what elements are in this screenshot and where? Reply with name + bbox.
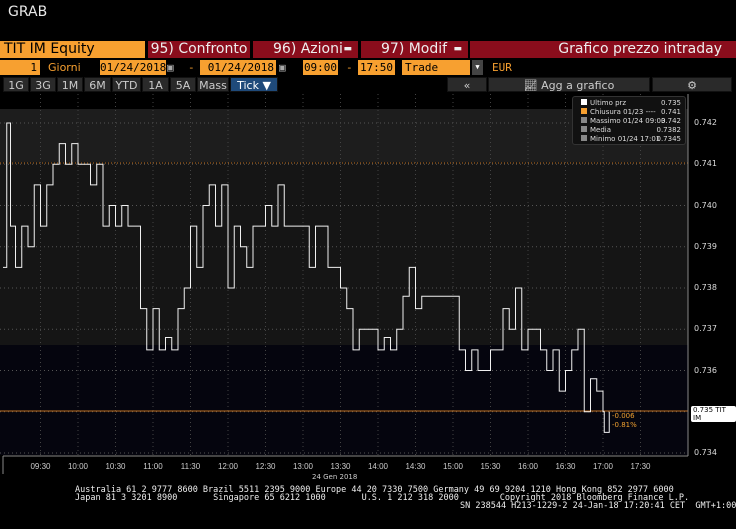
collapse-button[interactable]: « <box>447 77 487 92</box>
x-tick-label: 13:30 <box>330 462 351 471</box>
x-tick-label: 16:30 <box>555 462 576 471</box>
end-date-input[interactable]: 01/24/2018 <box>200 60 276 75</box>
legend-item: Massimo 01/24 09:03 0.742 <box>581 117 685 126</box>
chart-legend: Ultimo prz 0.735 Chiusura 01/23 ---- 0.741 M… <box>572 96 686 145</box>
x-axis-date: 24 Gen 2018 <box>312 473 358 481</box>
legend-label: Media <box>590 126 612 134</box>
range-1g[interactable]: 1G <box>3 77 29 92</box>
range-1a[interactable]: 1A <box>142 77 169 92</box>
mode-dropdown-icon[interactable]: ▼ <box>472 60 483 75</box>
legend-value: 0.7345 <box>656 135 682 143</box>
price-chart[interactable] <box>0 94 736 494</box>
calendar-icon[interactable]: ▣ <box>167 60 174 75</box>
legend-label: Massimo 01/24 09:03 <box>590 117 666 125</box>
last-price-tag: 0.735 TIT IM <box>691 406 736 422</box>
range-max[interactable]: Mass <box>197 77 229 92</box>
x-tick-label: 12:30 <box>255 462 276 471</box>
x-tick-label: 16:00 <box>517 462 539 471</box>
legend-swatch <box>581 117 587 123</box>
y-tick-label: 0.740 <box>694 200 717 210</box>
chart-icon: 📈︎ <box>523 79 542 92</box>
x-tick-label: 14:00 <box>367 462 389 471</box>
range-6m[interactable]: 6M <box>84 77 111 92</box>
end-time-input[interactable]: 17:50 <box>358 60 395 75</box>
change-percent: -0.81% <box>612 421 637 429</box>
function-title: GRAB <box>8 4 48 20</box>
y-tick-label: 0.736 <box>694 365 717 375</box>
compare-button[interactable]: 95) Confronto <box>148 41 250 58</box>
legend-label: Ultimo prz <box>590 99 627 107</box>
tick-select[interactable]: Tick ▼ <box>230 77 278 92</box>
y-tick-label: 0.738 <box>694 283 717 292</box>
add-to-chart-button[interactable]: 📈︎ Agg a grafico <box>488 77 650 92</box>
legend-swatch <box>581 135 587 141</box>
y-tick-label: 0.734 <box>694 448 717 457</box>
add-to-chart-label: Agg a grafico <box>541 79 615 92</box>
legend-value: 0.742 <box>660 117 681 125</box>
legend-item: Minimo 01/24 17:01 0.7345 <box>581 135 685 144</box>
time-separator: - <box>346 61 353 74</box>
legend-value: 0.735 <box>660 99 681 107</box>
range-3g[interactable]: 3G <box>30 77 56 92</box>
range-ytd[interactable]: YTD <box>112 77 141 92</box>
change-value: -0.006 <box>612 412 635 420</box>
x-tick-label: 15:00 <box>442 462 464 471</box>
dropdown-icon: ▬ <box>453 44 462 54</box>
currency-label: EUR <box>492 61 512 74</box>
legend-swatch <box>581 99 587 105</box>
range-1m[interactable]: 1M <box>57 77 83 92</box>
y-tick-label: 0.742 <box>694 118 717 127</box>
x-tick-label: 09:30 <box>30 462 51 471</box>
start-time-input[interactable]: 09:00 <box>303 60 338 75</box>
security-field[interactable]: TIT IM Equity <box>0 41 145 58</box>
x-tick-label: 14:30 <box>405 462 426 471</box>
settings-gear-icon[interactable]: ⚙ <box>652 77 732 92</box>
legend-label: Chiusura 01/23 ---- <box>590 108 656 116</box>
actions-label: 96) Azioni <box>273 41 343 57</box>
x-tick-label: 10:30 <box>105 462 126 471</box>
range-5a[interactable]: 5A <box>170 77 196 92</box>
x-tick-label: 10:00 <box>67 462 89 471</box>
start-date-input[interactable]: 01/24/2018 <box>100 60 166 75</box>
calendar-icon[interactable]: ▣ <box>279 60 286 75</box>
mode-select[interactable]: Trade <box>402 60 470 75</box>
legend-swatch <box>581 108 587 114</box>
x-tick-label: 12:00 <box>217 462 239 471</box>
date-separator: - <box>188 61 195 74</box>
legend-label: Minimo 01/24 17:01 <box>590 135 661 143</box>
chart-title: Grafico prezzo intraday <box>470 41 736 58</box>
legend-item: Chiusura 01/23 ---- 0.741 <box>581 108 685 117</box>
legend-swatch <box>581 126 587 132</box>
x-tick-label: 13:00 <box>292 462 314 471</box>
legend-item: Ultimo prz 0.735 <box>581 99 685 108</box>
y-tick-label: 0.737 <box>694 324 717 334</box>
x-tick-label: 11:00 <box>143 462 163 471</box>
period-unit-select[interactable]: Giorni <box>42 60 104 75</box>
modify-button[interactable]: 97) Modif ▬ <box>361 41 468 58</box>
modify-label: 97) Modif <box>381 41 448 57</box>
y-tick-label: 0.739 <box>694 241 717 251</box>
x-tick-label: 15:30 <box>480 462 501 471</box>
dropdown-icon: ▬ <box>343 44 352 54</box>
y-tick-label: 0.741 <box>694 159 717 169</box>
actions-button[interactable]: 96) Azioni ▬ <box>253 41 358 58</box>
legend-item: Media 0.7382 <box>581 126 685 135</box>
legend-value: 0.741 <box>660 108 681 116</box>
x-tick-label: 11:30 <box>180 462 201 471</box>
legend-value: 0.7382 <box>656 126 682 134</box>
period-count-input[interactable]: 1 <box>0 60 40 75</box>
x-tick-label: 17:00 <box>592 462 614 471</box>
x-tick-label: 17:30 <box>630 462 651 471</box>
band-lower <box>0 345 688 455</box>
footer-session: SN 238544 H213-1229-2 24-Jan-18 17:20:41… <box>460 501 736 511</box>
